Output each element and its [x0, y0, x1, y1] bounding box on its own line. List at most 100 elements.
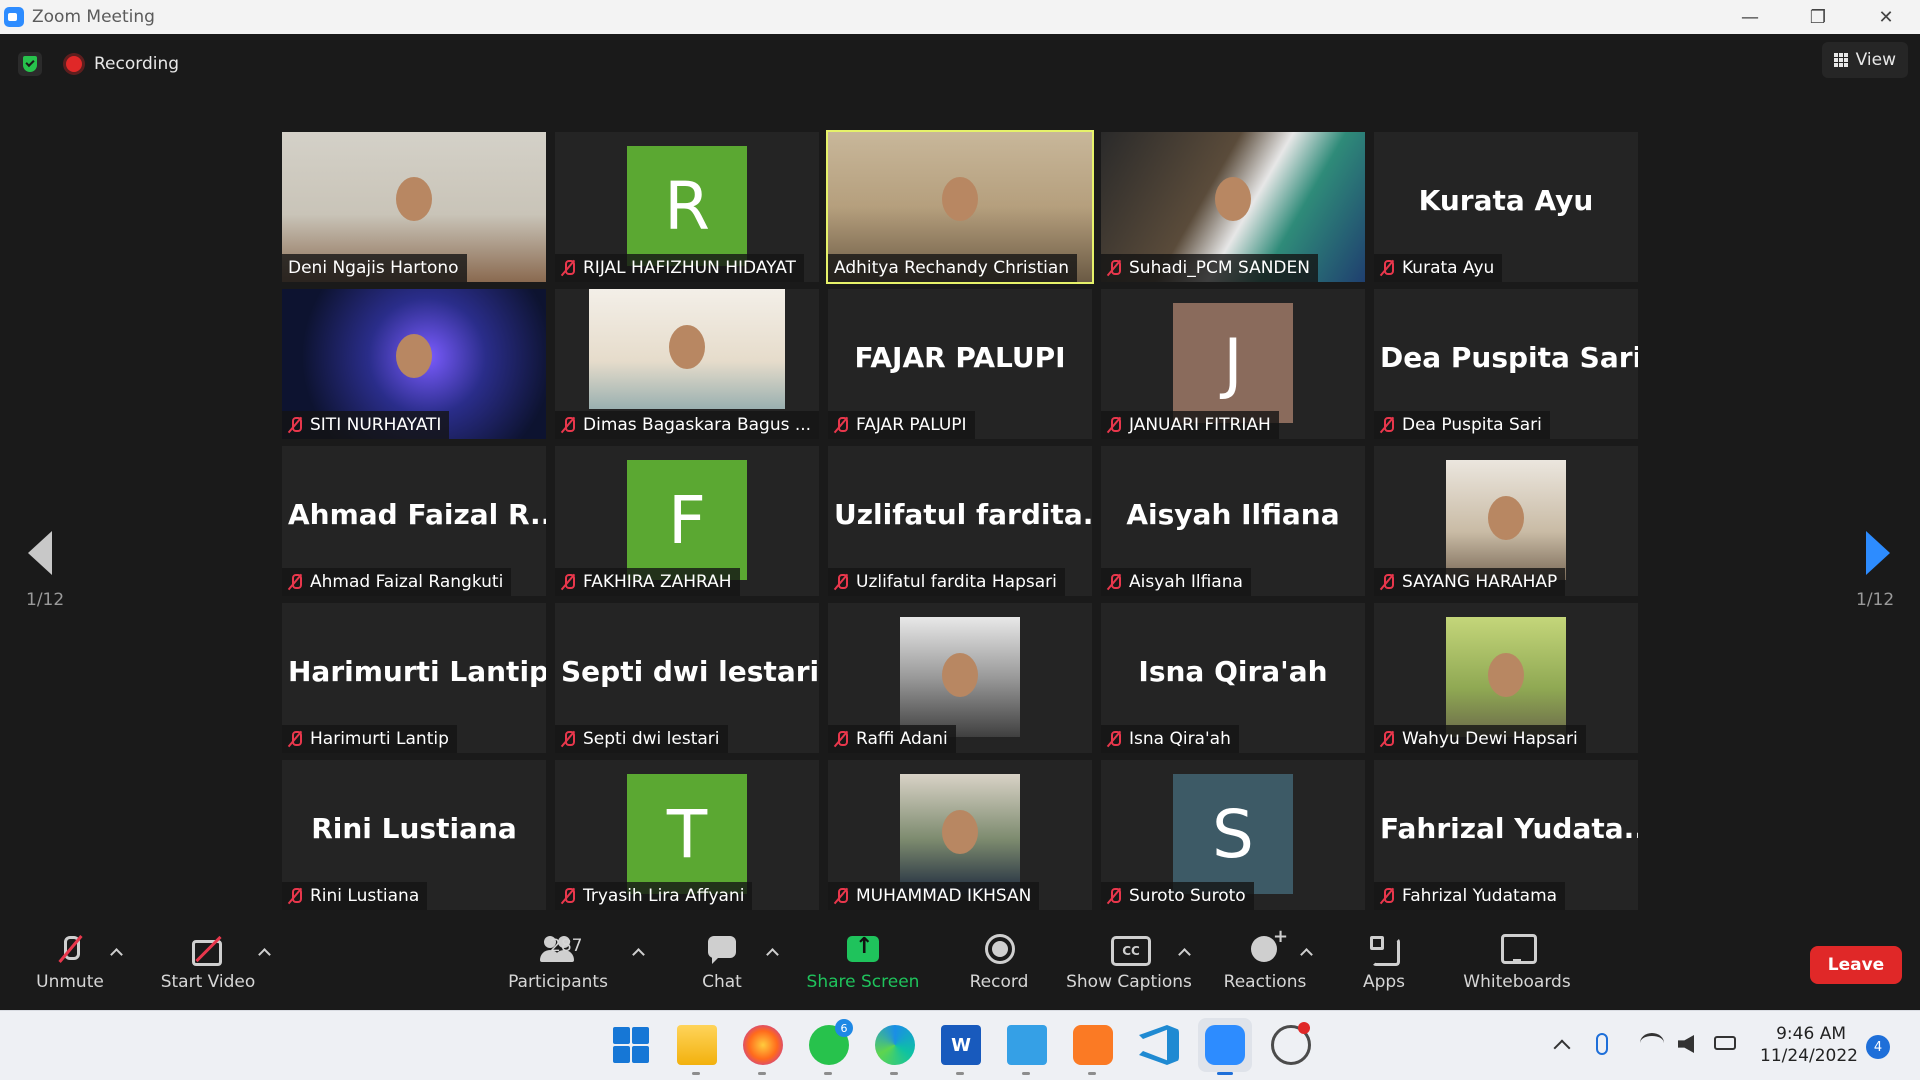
restore-icon[interactable]: ❐: [1784, 0, 1852, 34]
speaker-icon[interactable]: [1678, 1035, 1694, 1053]
participant-tile[interactable]: Deni Ngajis Hartono: [282, 132, 546, 282]
leave-button[interactable]: Leave: [1810, 946, 1902, 984]
file-explorer-icon[interactable]: [677, 1025, 717, 1075]
participant-name: Isna Qira'ah: [1129, 729, 1231, 749]
participant-tile[interactable]: S Suroto Suroto: [1101, 760, 1365, 910]
xampp-icon[interactable]: [1073, 1025, 1113, 1075]
reactions-button[interactable]: Reactions: [1222, 926, 1308, 1004]
view-button[interactable]: View: [1821, 42, 1908, 78]
participant-tile[interactable]: SITI NURHAYATI: [282, 289, 546, 439]
whiteboards-button[interactable]: Whiteboards: [1462, 932, 1572, 1004]
participant-name: Septi dwi lestari: [583, 729, 720, 749]
participant-tile[interactable]: Dea Puspita Sari Dea Puspita Sari: [1374, 289, 1638, 439]
tray-microphone-icon[interactable]: [1596, 1033, 1608, 1055]
zoom-app-icon: [4, 7, 24, 27]
record-icon: [979, 932, 1019, 968]
participant-tile[interactable]: T Tryasih Lira Affyani: [555, 760, 819, 910]
whiteboards-label: Whiteboards: [1463, 972, 1571, 992]
participant-name: Suhadi_PCM SANDEN: [1129, 258, 1310, 278]
participant-display-name: Fahrizal Yudata...: [1380, 812, 1638, 845]
share-screen-button[interactable]: Share Screen: [807, 932, 920, 1004]
whatsapp-icon[interactable]: 6: [809, 1019, 853, 1075]
participant-tile[interactable]: Ahmad Faizal R... Ahmad Faizal Rangkuti: [282, 446, 546, 596]
next-page-arrow-icon[interactable]: [1864, 531, 1894, 575]
participant-tile[interactable]: Raffi Adani: [828, 603, 1092, 753]
edge-browser-icon[interactable]: [875, 1025, 915, 1075]
participant-name-label: Wahyu Dewi Hapsari: [1374, 725, 1586, 753]
participant-tile[interactable]: Suhadi_PCM SANDEN: [1101, 132, 1365, 282]
zoom-taskbar-icon[interactable]: [1205, 1025, 1245, 1075]
apps-button[interactable]: Apps: [1360, 932, 1408, 1004]
participant-avatar: F: [627, 460, 747, 580]
show-hidden-icons-chevron-icon[interactable]: [1552, 1036, 1572, 1056]
participant-tile[interactable]: MUHAMMAD IKHSAN: [828, 760, 1092, 910]
system-clock[interactable]: 9:46 AM 11/24/2022: [1760, 1023, 1858, 1067]
audio-options-caret-icon[interactable]: [110, 946, 122, 958]
view-label: View: [1855, 50, 1896, 70]
participant-tile[interactable]: Wahyu Dewi Hapsari: [1374, 603, 1638, 753]
participant-tile[interactable]: Dimas Bagaskara Bagus ...: [555, 289, 819, 439]
participant-tile[interactable]: Septi dwi lestari Septi dwi lestari: [555, 603, 819, 753]
firefox-icon[interactable]: [743, 1025, 783, 1075]
video-off-icon: [188, 932, 228, 968]
minimize-icon[interactable]: —: [1716, 0, 1784, 34]
battery-icon[interactable]: [1714, 1036, 1736, 1050]
apps-label: Apps: [1362, 972, 1406, 992]
record-button[interactable]: Record: [966, 932, 1032, 1004]
participant-name: Deni Ngajis Hartono: [288, 258, 459, 278]
participant-tile[interactable]: Harimurti Lantip Harimurti Lantip: [282, 603, 546, 753]
participant-tile[interactable]: Uzlifatul fardita... Uzlifatul fardita Ha…: [828, 446, 1092, 596]
participant-name-label: Suhadi_PCM SANDEN: [1101, 254, 1318, 282]
previous-page-arrow-icon[interactable]: [26, 531, 56, 575]
participants-caret-icon[interactable]: [632, 946, 644, 958]
window-controls: — ❐ ✕: [1716, 0, 1920, 34]
muted-mic-icon: [1107, 416, 1121, 434]
reactions-caret-icon[interactable]: [1300, 946, 1312, 958]
participant-face: [396, 177, 432, 221]
close-icon[interactable]: ✕: [1852, 0, 1920, 34]
participant-tile[interactable]: Adhitya Rechandy Christian: [826, 130, 1094, 284]
chat-caret-icon[interactable]: [766, 946, 778, 958]
obs-studio-icon[interactable]: [1271, 1022, 1311, 1065]
participant-tile[interactable]: SAYANG HARAHAP: [1374, 446, 1638, 596]
vscode-icon[interactable]: [1139, 1025, 1179, 1065]
participant-name: FAJAR PALUPI: [856, 415, 967, 435]
unmute-button[interactable]: Unmute: [28, 932, 112, 1004]
participant-name-label: SITI NURHAYATI: [282, 411, 450, 439]
participants-button[interactable]: 287 Participants: [506, 932, 610, 1004]
participant-tile[interactable]: Rini Lustiana Rini Lustiana: [282, 760, 546, 910]
participant-name: Fahrizal Yudatama: [1402, 886, 1558, 906]
video-options-caret-icon[interactable]: [258, 946, 270, 958]
muted-mic-icon: [1380, 573, 1394, 591]
security-shield-icon[interactable]: [18, 52, 42, 76]
participant-tile[interactable]: FAJAR PALUPI FAJAR PALUPI: [828, 289, 1092, 439]
participant-tile[interactable]: Aisyah Ilfiana Aisyah Ilfiana: [1101, 446, 1365, 596]
participant-video: [900, 774, 1020, 894]
participant-video: [1446, 460, 1566, 580]
participant-tile[interactable]: Isna Qira'ah Isna Qira'ah: [1101, 603, 1365, 753]
wifi-icon[interactable]: [1640, 1033, 1664, 1053]
muted-mic-icon: [561, 259, 575, 277]
participant-name: Suroto Suroto: [1129, 886, 1246, 906]
windows-start-icon[interactable]: [611, 1025, 651, 1065]
word-icon[interactable]: W: [941, 1025, 981, 1075]
show-captions-button[interactable]: Show Captions: [1066, 932, 1192, 1004]
participant-tile[interactable]: J JANUARI FITRIAH: [1101, 289, 1365, 439]
participant-name: Aisyah Ilfiana: [1129, 572, 1243, 592]
page-indicator-right: 1/12: [1856, 590, 1895, 610]
participant-tile[interactable]: F FAKHIRA ZAHRAH: [555, 446, 819, 596]
participant-display-name: Harimurti Lantip: [288, 655, 546, 688]
captions-caret-icon[interactable]: [1178, 946, 1190, 958]
participant-avatar: S: [1173, 774, 1293, 894]
participant-tile[interactable]: R RIJAL HAFIZHUN HIDAYAT: [555, 132, 819, 282]
start-video-button[interactable]: Start Video: [158, 932, 258, 1004]
notification-count-badge[interactable]: 4: [1866, 1035, 1890, 1059]
chat-button[interactable]: Chat: [696, 932, 748, 1004]
participant-tile[interactable]: Kurata Ayu Kurata Ayu: [1374, 132, 1638, 282]
participant-avatar: T: [627, 774, 747, 894]
notepad-icon[interactable]: [1007, 1025, 1047, 1075]
grid-view-icon: [1833, 53, 1848, 67]
participant-name-label: Ahmad Faizal Rangkuti: [282, 568, 512, 596]
participant-tile[interactable]: Fahrizal Yudata... Fahrizal Yudatama: [1374, 760, 1638, 910]
recording-indicator[interactable]: Recording: [56, 48, 191, 80]
